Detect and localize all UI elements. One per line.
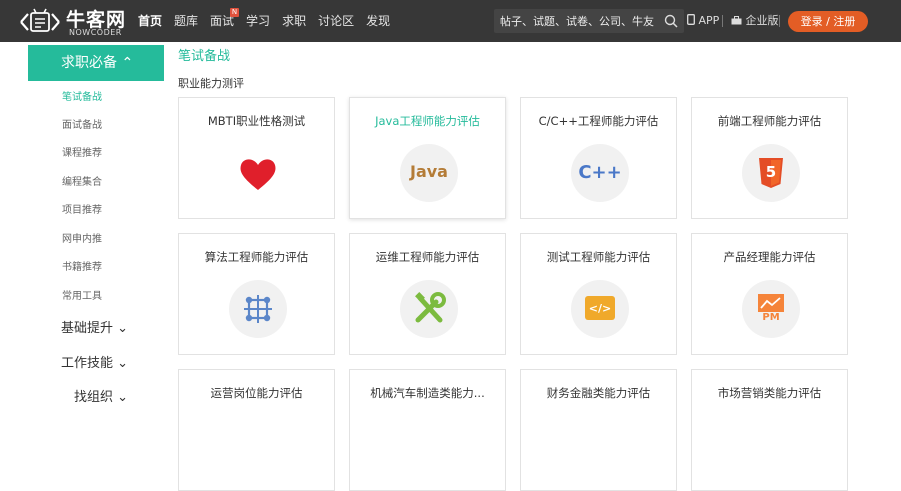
pm-icon-text: PM xyxy=(762,312,780,323)
nav-discover[interactable]: 发现 xyxy=(360,0,396,42)
top-navbar: 牛客网 NOWCODER 首页 题库 面试N 学习 求职 讨论区 发现 APP … xyxy=(0,0,901,42)
card-mbti[interactable]: MBTI职业性格测试 xyxy=(178,97,335,219)
enterprise-link[interactable]: 企业版 xyxy=(731,0,779,42)
code-icon: </> xyxy=(571,280,629,338)
html5-icon-text: 5 xyxy=(765,163,777,181)
card-title: 市场营销类能力评估 xyxy=(717,386,822,400)
html5-icon: 5 xyxy=(742,144,800,202)
sidebar-item-projects[interactable]: 项目推荐 xyxy=(62,201,102,216)
card-product-manager[interactable]: 产品经理能力评估 PM xyxy=(691,233,848,355)
sidebar-item-courses[interactable]: 课程推荐 xyxy=(62,144,102,159)
algorithm-icon xyxy=(229,280,287,338)
logo-icon xyxy=(20,8,60,32)
app-label: APP xyxy=(698,14,720,27)
card-icon-wrap xyxy=(229,144,287,202)
sidebar-group-skills[interactable]: 工作技能 ⌄ xyxy=(61,352,128,371)
cpp-icon: C++ xyxy=(571,144,629,202)
network-graph-icon xyxy=(244,295,272,323)
main-nav: 首页 题库 面试 N 学习 求职 讨论区 发现 xyxy=(132,0,396,42)
card-title: 运维工程师能力评估 xyxy=(375,250,480,264)
nav-question-bank-label: 题库 xyxy=(174,14,199,28)
card-java[interactable]: Java工程师能力评估 Java xyxy=(349,97,506,219)
login-register-button[interactable]: 登录 / 注册 xyxy=(788,11,868,32)
sidebar-item-referrals[interactable]: 网申内推 xyxy=(62,230,102,245)
java-icon-text: Java xyxy=(410,162,448,181)
card-finance[interactable]: 财务金融类能力评估 xyxy=(520,369,677,491)
wrench-icon xyxy=(400,280,458,338)
nav-home[interactable]: 首页 xyxy=(132,0,168,42)
card-operations-role[interactable]: 运营岗位能力评估 xyxy=(178,369,335,491)
card-title: 运营岗位能力评估 xyxy=(210,386,303,400)
section-title: 职业能力测评 xyxy=(178,77,244,90)
card-title: Java工程师能力评估 xyxy=(375,114,480,128)
card-mechanical[interactable]: 机械汽车制造类能力... xyxy=(349,369,506,491)
app-link[interactable]: APP xyxy=(687,0,719,42)
card-testing[interactable]: 测试工程师能力评估 </> xyxy=(520,233,677,355)
nav-study-label: 学习 xyxy=(246,14,271,28)
new-badge: N xyxy=(230,8,240,17)
heart-icon xyxy=(240,159,276,190)
card-title: MBTI职业性格测试 xyxy=(207,114,306,128)
nav-jobs-label: 求职 xyxy=(282,14,307,28)
java-icon: Java xyxy=(400,144,458,202)
card-title: 财务金融类能力评估 xyxy=(546,386,651,400)
code-icon-text: </> xyxy=(588,302,612,315)
nav-discover-label: 发现 xyxy=(366,14,391,28)
pm-icon: PM xyxy=(742,280,800,338)
sidebar-group-basics[interactable]: 基础提升 ⌄ xyxy=(61,317,128,336)
card-title: 机械汽车制造类能力... xyxy=(370,386,485,400)
sidebar-group-organizations[interactable]: 找组织 ⌄ xyxy=(74,386,128,405)
card-title: 算法工程师能力评估 xyxy=(204,250,309,264)
nav-interview[interactable]: 面试 N xyxy=(204,0,240,42)
sidebar-item-books[interactable]: 书籍推荐 xyxy=(62,258,102,273)
divider xyxy=(722,15,723,27)
nav-home-label: 首页 xyxy=(138,14,163,28)
logo-subtext: NOWCODER xyxy=(69,28,122,37)
sidebar-item-tools[interactable]: 常用工具 xyxy=(62,287,102,302)
enterprise-label: 企业版 xyxy=(745,14,779,27)
card-algorithm[interactable]: 算法工程师能力评估 xyxy=(178,233,335,355)
search-input[interactable] xyxy=(500,9,660,33)
breadcrumb: 笔试备战 xyxy=(178,49,231,64)
cpp-icon-text: C++ xyxy=(578,162,622,183)
card-title: 前端工程师能力评估 xyxy=(717,114,822,128)
presentation-icon xyxy=(758,294,784,312)
briefcase-icon xyxy=(731,16,742,25)
card-frontend[interactable]: 前端工程师能力评估 5 xyxy=(691,97,848,219)
card-title: 产品经理能力评估 xyxy=(723,250,816,264)
divider xyxy=(779,15,780,27)
phone-icon xyxy=(687,14,695,25)
sidebar-item-interview-prep[interactable]: 面试备战 xyxy=(62,116,102,131)
sidebar-section-job-essentials[interactable]: 求职必备 ⌃ xyxy=(28,45,164,81)
nav-jobs[interactable]: 求职 xyxy=(276,0,312,42)
search-icon[interactable] xyxy=(664,14,678,28)
sidebar-item-written-test[interactable]: 笔试备战 xyxy=(62,88,102,103)
card-cpp[interactable]: C/C++工程师能力评估 C++ xyxy=(520,97,677,219)
sidebar-item-coding[interactable]: 编程集合 xyxy=(62,173,102,188)
search-box xyxy=(494,9,684,33)
card-title: C/C++工程师能力评估 xyxy=(538,114,659,128)
nav-study[interactable]: 学习 xyxy=(240,0,276,42)
nav-discussion[interactable]: 讨论区 xyxy=(312,0,360,42)
card-marketing[interactable]: 市场营销类能力评估 xyxy=(691,369,848,491)
sidebar: 求职必备 ⌃ 笔试备战 面试备战 课程推荐 编程集合 项目推荐 网申内推 书籍推… xyxy=(28,42,164,405)
tools-icon xyxy=(415,292,446,323)
nav-question-bank[interactable]: 题库 xyxy=(168,0,204,42)
card-title: 测试工程师能力评估 xyxy=(546,250,651,264)
card-ops[interactable]: 运维工程师能力评估 xyxy=(349,233,506,355)
nav-discussion-label: 讨论区 xyxy=(318,14,355,28)
